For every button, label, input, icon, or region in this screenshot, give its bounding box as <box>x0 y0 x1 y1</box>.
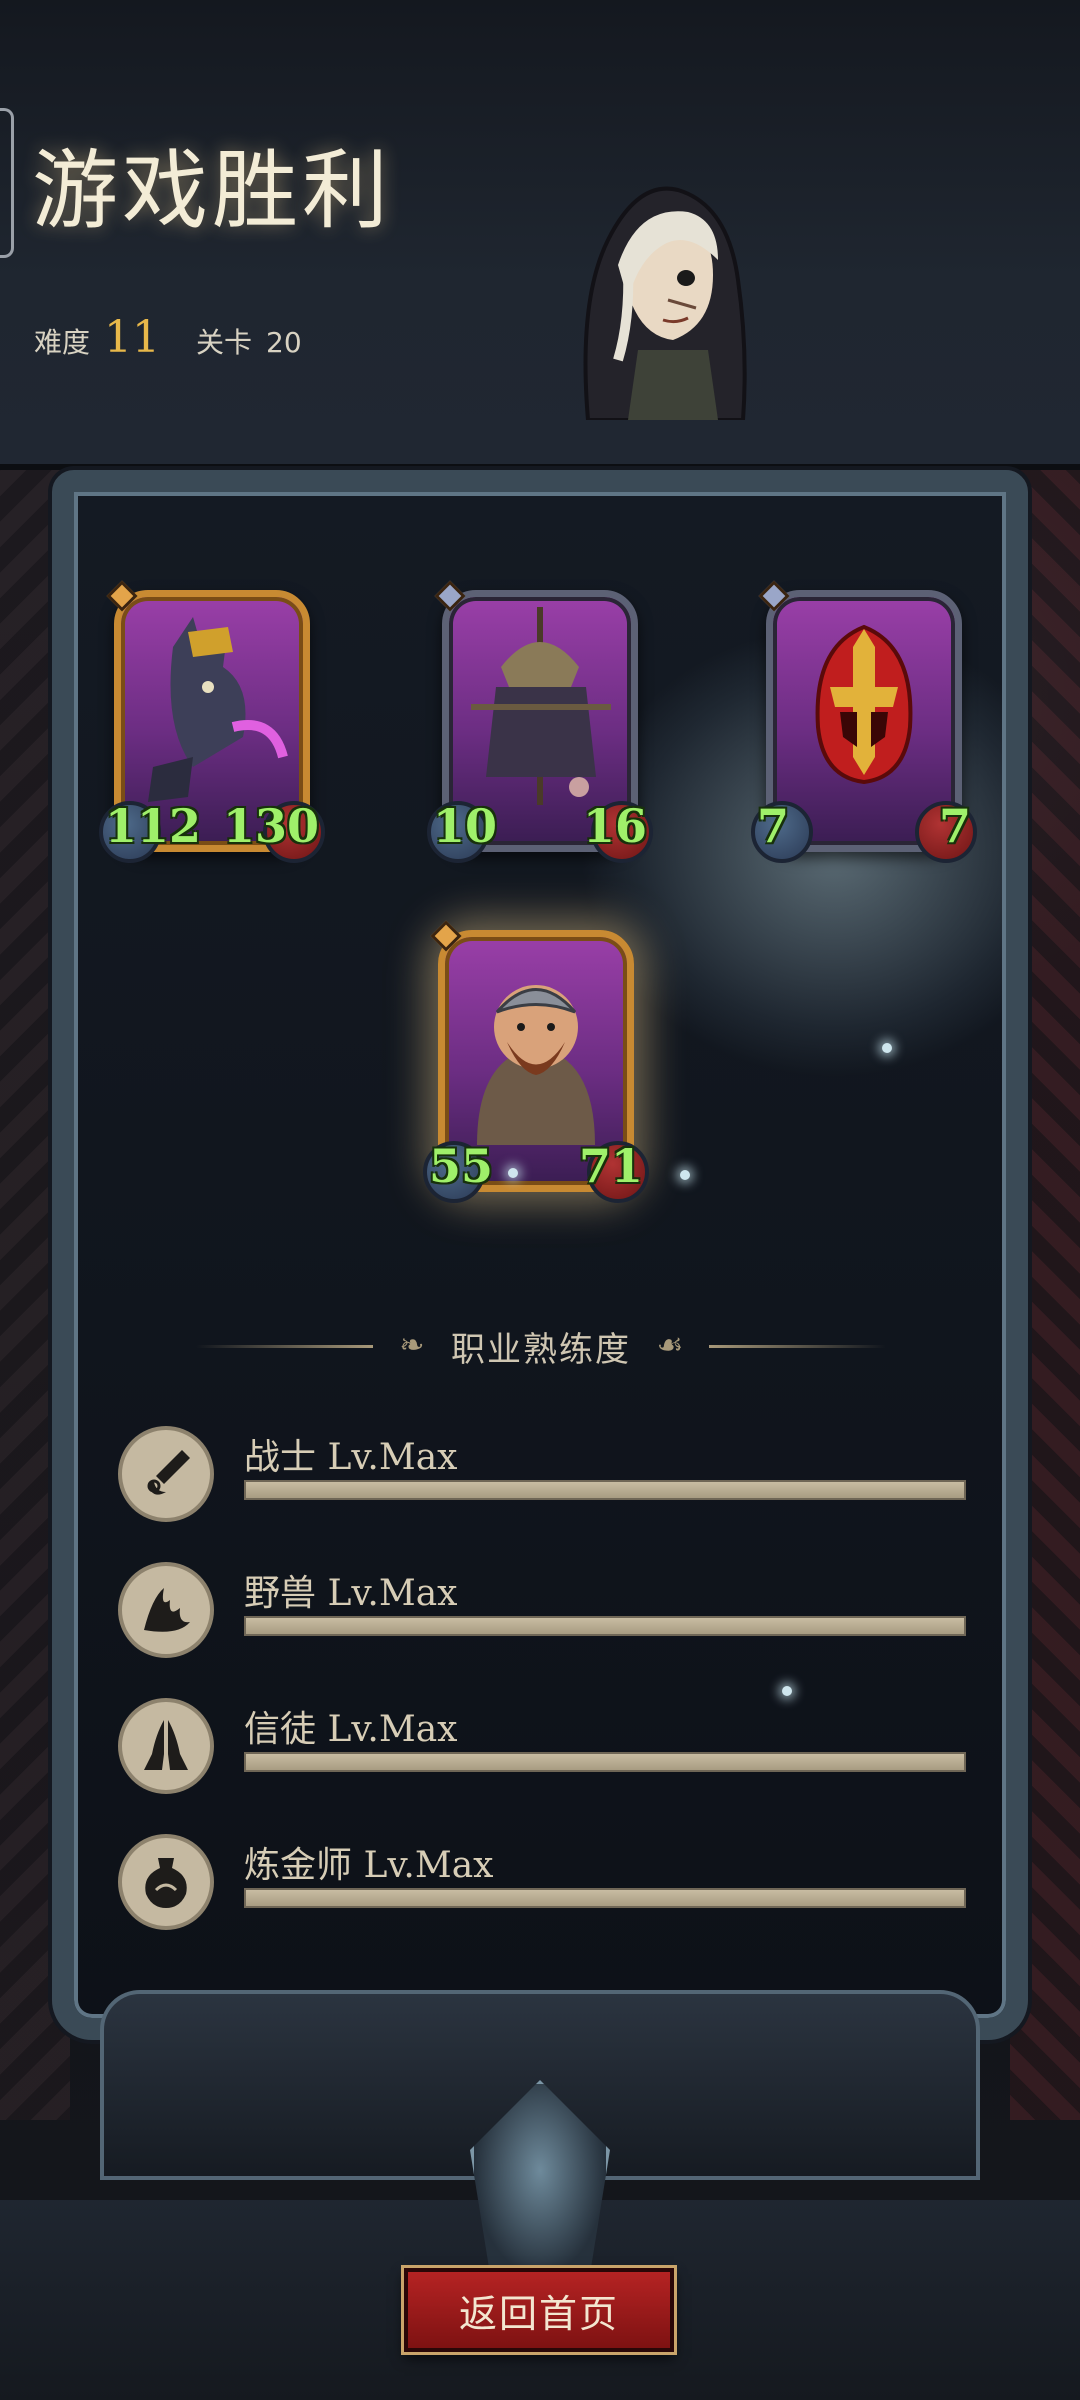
card-golden-helmet[interactable]: 7 7 <box>751 580 977 863</box>
sparkle <box>882 1043 892 1053</box>
card-attack: 112 <box>105 799 202 853</box>
proficiency-label: 信徒 Lv.Max <box>244 1709 458 1750</box>
proficiency-bar <box>244 1616 966 1636</box>
beast-icon <box>118 1562 214 1658</box>
proficiency-label: 战士 Lv.Max <box>244 1437 458 1478</box>
card-health: 7 <box>938 799 971 853</box>
card-attack: 7 <box>757 799 790 853</box>
header: 游戏胜利 难度 11 关卡 20 <box>0 0 1080 470</box>
swirl-ornament-icon: ❧ <box>399 1328 425 1363</box>
proficiency-bar <box>244 1480 966 1500</box>
bearded-brute-art-icon <box>477 985 595 1145</box>
stage-label: 关卡 <box>196 326 253 359</box>
return-home-button[interactable]: 返回首页 <box>404 2268 674 2352</box>
card-bearded-brute[interactable]: 55 71 <box>423 920 649 1203</box>
proficiency-label: 炼金师 Lv.Max <box>244 1845 494 1886</box>
believer-icon <box>118 1698 214 1794</box>
proficiency-row-believer: 信徒 Lv.Max <box>118 1694 978 1804</box>
proficiency-bar-fill <box>246 1754 964 1770</box>
proficiency-bar <box>244 1888 966 1908</box>
stage-value: 20 <box>266 326 302 359</box>
alchemist-icon <box>118 1834 214 1930</box>
proficiency-bar-fill <box>246 1482 964 1498</box>
proficiency-row-warrior: 战士 Lv.Max <box>118 1422 978 1532</box>
anubis-beast-art-icon <box>148 617 288 802</box>
card-health: 130 <box>222 799 319 853</box>
proficiency-row-beast: 野兽 Lv.Max <box>118 1558 978 1668</box>
sparkle <box>508 1168 518 1178</box>
hero-portrait <box>583 186 747 420</box>
proficiency-bar-fill <box>246 1890 964 1906</box>
swirl-ornament-icon: ☙ <box>656 1328 684 1363</box>
page-title: 游戏胜利 <box>32 141 392 241</box>
divider-line <box>709 1344 886 1348</box>
proficiency-row-alchemist: 炼金师 Lv.Max <box>118 1830 978 1940</box>
card-attack: 55 <box>429 1139 494 1193</box>
proficiency-header: ❧ 职业熟练度 ☙ <box>196 1316 886 1376</box>
scarecrow-art-icon <box>471 607 611 805</box>
sparkle <box>680 1170 690 1180</box>
difficulty-value: 11 <box>104 312 161 363</box>
proficiency-title: 职业熟练度 <box>451 1329 631 1370</box>
card-health: 16 <box>582 799 647 853</box>
divider-line <box>196 1344 373 1348</box>
card-anubis-beast[interactable]: 112 130 <box>99 580 325 863</box>
proficiency-bar-fill <box>246 1618 964 1634</box>
card-scarecrow[interactable]: 10 16 <box>427 580 653 863</box>
card-attack: 10 <box>433 799 498 853</box>
card-health: 71 <box>578 1139 643 1193</box>
proficiency-label: 野兽 Lv.Max <box>244 1573 458 1614</box>
warrior-icon <box>118 1426 214 1522</box>
proficiency-bar <box>244 1752 966 1772</box>
header-bracket <box>0 108 14 258</box>
golden-helmet-art-icon <box>815 624 913 785</box>
level-info: 难度 11 关卡 20 <box>34 312 302 363</box>
difficulty-label: 难度 <box>34 326 91 359</box>
